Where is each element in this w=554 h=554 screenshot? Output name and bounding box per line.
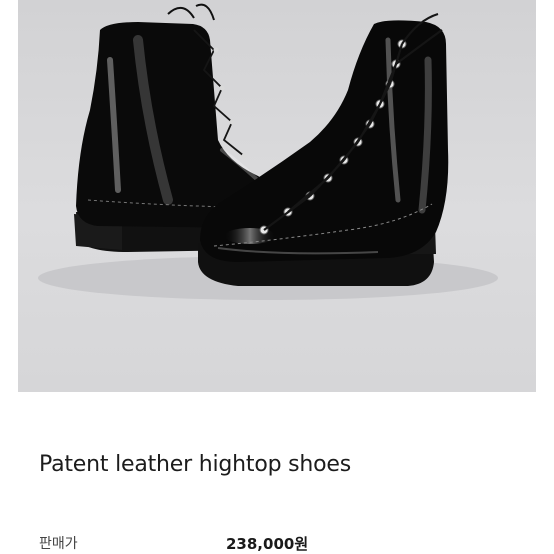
product-title: Patent leather hightop shoes [39, 452, 352, 477]
price-value: 238,000원 [226, 535, 309, 553]
product-page: Patent leather hightop shoes 판매가 238,000… [0, 0, 554, 554]
price-row: 판매가 238,000원 [39, 533, 519, 554]
boots-photo [38, 3, 498, 300]
product-image[interactable] [18, 0, 536, 392]
price-label: 판매가 [39, 536, 78, 552]
